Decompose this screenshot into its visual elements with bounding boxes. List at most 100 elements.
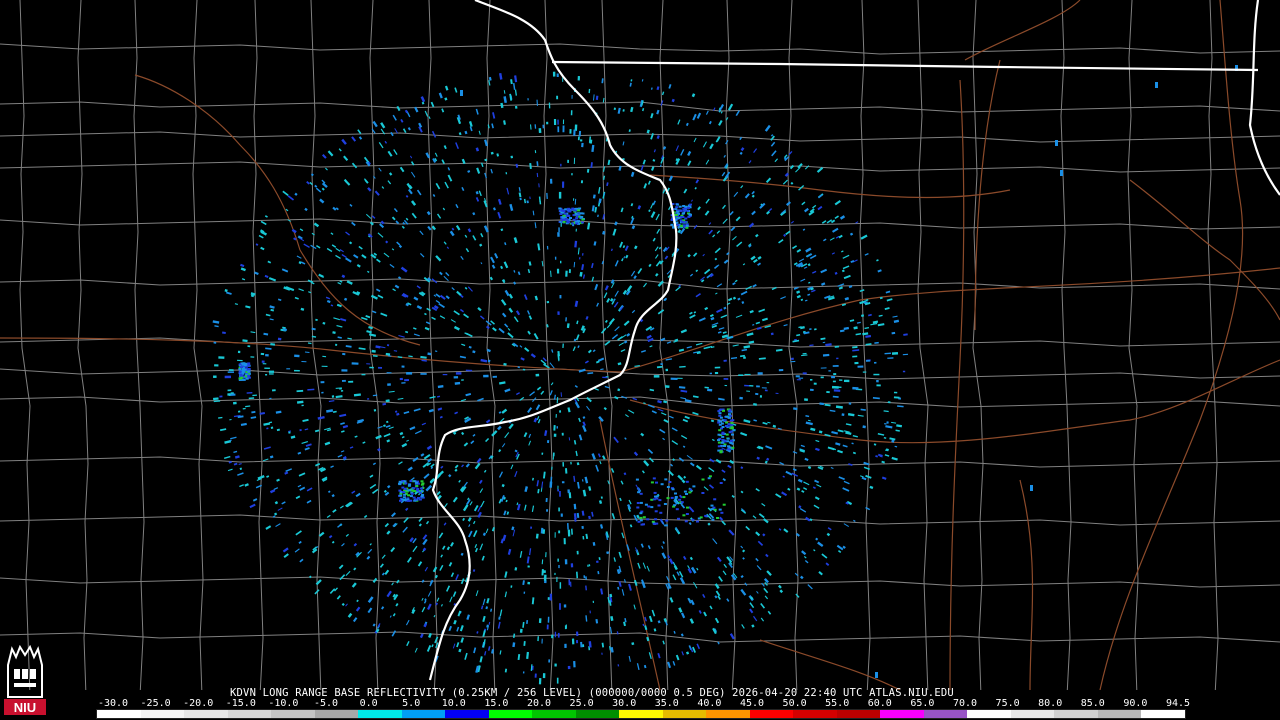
echo-cell-pixel — [718, 412, 722, 415]
echo-pixel — [398, 334, 405, 338]
echo-pixel — [805, 247, 812, 253]
echo-pixel — [587, 564, 589, 568]
echo-pixel — [447, 174, 453, 182]
echo-pixel — [684, 415, 690, 420]
echo-pixel — [463, 442, 469, 447]
color-bar-swatch — [706, 710, 750, 718]
echo-pixel — [562, 343, 564, 348]
echo-pixel — [820, 268, 828, 274]
echo-cell-pixel — [686, 506, 689, 509]
echo-pixel — [622, 141, 625, 146]
echo-pixel — [709, 605, 713, 610]
echo-pixel — [562, 181, 565, 188]
echo-pixel — [442, 545, 446, 550]
scale-tick-label: 20.0 — [526, 698, 552, 709]
echo-pixel — [696, 643, 701, 650]
echo-pixel — [801, 354, 808, 357]
echo-pixel — [389, 263, 395, 268]
echo-cell-pixel — [565, 218, 569, 221]
echo-pixel — [576, 462, 580, 466]
echo-pixel — [698, 317, 706, 322]
echo-pixel — [562, 119, 565, 125]
echo-pixel — [372, 623, 376, 627]
echo-pixel — [325, 296, 331, 300]
echo-pixel — [624, 437, 627, 440]
echo-pixel — [339, 505, 344, 509]
echo-pixel — [444, 181, 449, 189]
radar-map[interactable] — [0, 0, 1280, 690]
echo-pixel — [341, 274, 346, 279]
color-bar-swatch — [662, 710, 707, 718]
echo-pixel — [552, 456, 554, 460]
echo-pixel — [573, 338, 577, 342]
echo-pixel — [603, 406, 607, 411]
scale-tick-label: 30.0 — [612, 698, 637, 709]
echo-pixel — [845, 379, 849, 382]
echo-pixel — [680, 148, 685, 156]
echo-pixel — [434, 350, 438, 352]
echo-pixel — [382, 402, 387, 406]
echo-cell-pixel — [398, 482, 401, 485]
echo-pixel — [386, 344, 390, 347]
echo-pixel — [833, 373, 837, 375]
echo-cell-pixel — [728, 413, 731, 416]
echo-pixel — [657, 653, 661, 659]
echo-pixel — [887, 357, 894, 359]
echo-cell-pixel — [565, 214, 569, 217]
echo-pixel — [754, 233, 759, 238]
echo-pixel — [707, 522, 711, 526]
echo-pixel — [331, 395, 335, 398]
echo-pixel — [804, 398, 808, 401]
echo-pixel — [622, 245, 626, 249]
echo-pixel — [481, 555, 485, 561]
echo-pixel — [732, 282, 736, 286]
echo-pixel — [708, 467, 715, 473]
echo-pixel — [591, 511, 594, 517]
echo-cell-pixel — [644, 503, 648, 506]
echo-pixel — [500, 102, 504, 109]
echo-pixel — [496, 153, 500, 157]
echo-pixel — [807, 466, 812, 470]
echo-pixel — [619, 497, 622, 502]
echo-pixel — [804, 207, 809, 213]
echo-pixel — [335, 247, 341, 252]
echo-cell-pixel — [727, 416, 731, 419]
echo-pixel — [504, 289, 510, 297]
echo-pixel — [703, 611, 708, 617]
echo-pixel — [804, 457, 809, 462]
echo-pixel — [439, 415, 443, 419]
echo-cell-pixel — [240, 376, 244, 379]
echo-pixel — [213, 375, 217, 378]
echo-pixel — [809, 378, 813, 381]
echo-pixel — [585, 316, 589, 320]
echo-pixel — [655, 213, 660, 221]
echo-pixel — [656, 228, 661, 234]
echo-pixel — [670, 377, 678, 381]
echo-cell-pixel — [244, 362, 248, 365]
echo-pixel — [808, 281, 811, 284]
highway-line — [759, 639, 901, 690]
echo-pixel — [661, 552, 667, 560]
echo-pixel — [487, 359, 491, 363]
echo-pixel — [361, 254, 367, 259]
echo-pixel — [458, 648, 462, 653]
echo-pixel — [613, 107, 616, 111]
echo-pixel — [618, 551, 622, 559]
echo-cell-pixel — [637, 491, 641, 494]
echo-pixel — [443, 503, 448, 508]
echo-pixel — [498, 616, 501, 620]
echo-pixel — [499, 609, 503, 617]
echo-pixel — [534, 295, 539, 301]
echo-pixel — [324, 441, 331, 446]
echo-pixel — [770, 135, 775, 141]
echo-pixel — [576, 640, 579, 644]
echo-pixel — [229, 419, 232, 421]
echo-pixel — [468, 345, 472, 349]
echo-pixel — [714, 366, 721, 369]
echo-pixel — [329, 588, 336, 594]
echo-pixel — [877, 323, 885, 327]
echo-pixel — [504, 388, 511, 393]
echo-pixel — [541, 452, 544, 455]
echo-pixel — [529, 391, 535, 397]
echo-pixel — [522, 580, 525, 586]
